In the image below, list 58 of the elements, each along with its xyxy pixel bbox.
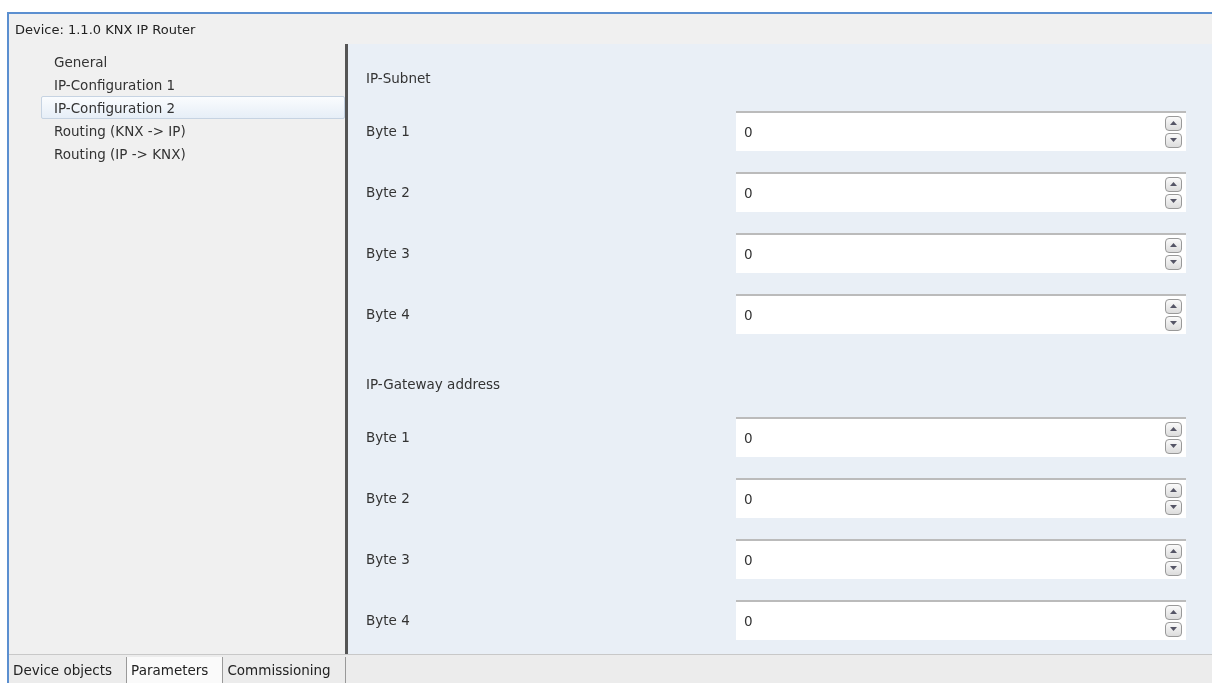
tab[interactable]: Parameters	[127, 657, 224, 683]
spin-up-button[interactable]	[1165, 237, 1182, 253]
up-arrow-icon	[1170, 304, 1177, 308]
sidebar-item[interactable]: Routing (KNX -> IP)	[41, 119, 345, 142]
spin-up-button[interactable]	[1165, 176, 1182, 192]
number-field[interactable]: 0	[736, 110, 1186, 151]
number-field[interactable]: 0	[736, 232, 1186, 273]
sidebar-item[interactable]: Routing (IP -> KNX)	[41, 142, 345, 165]
field-label: Byte 4	[366, 305, 411, 322]
field-label: Byte 2	[366, 183, 411, 200]
number-field[interactable]: 0	[736, 416, 1186, 457]
up-arrow-icon	[1170, 182, 1177, 186]
spin-up-button[interactable]	[1165, 482, 1182, 498]
tab[interactable]: Commissioning	[223, 657, 346, 683]
field-label: Byte 1	[366, 428, 411, 445]
field-label: Byte 3	[366, 244, 411, 261]
sidebar-item[interactable]: General	[41, 50, 345, 73]
up-arrow-icon	[1170, 121, 1177, 125]
down-arrow-icon	[1170, 260, 1177, 264]
field-label: Byte 1	[366, 122, 411, 139]
down-arrow-icon	[1170, 321, 1177, 325]
up-arrow-icon	[1170, 610, 1177, 614]
spin-down-button[interactable]	[1165, 193, 1182, 209]
spin-down-button[interactable]	[1165, 315, 1182, 331]
window-title: Device: 1.1.0 KNX IP Router	[14, 20, 197, 39]
field-label: Byte 3	[366, 550, 411, 567]
spin-down-button[interactable]	[1165, 132, 1182, 148]
field-label: Byte 2	[366, 489, 411, 506]
up-arrow-icon	[1170, 427, 1177, 431]
spin-down-button[interactable]	[1165, 499, 1182, 515]
field-label: Byte 4	[366, 611, 411, 628]
up-arrow-icon	[1170, 243, 1177, 247]
spin-up-button[interactable]	[1165, 543, 1182, 559]
down-arrow-icon	[1170, 444, 1177, 448]
number-field[interactable]: 0	[736, 599, 1186, 640]
up-arrow-icon	[1170, 488, 1177, 492]
spin-up-button[interactable]	[1165, 115, 1182, 131]
number-field[interactable]: 0	[736, 538, 1186, 579]
down-arrow-icon	[1170, 627, 1177, 631]
number-field[interactable]: 0	[736, 477, 1186, 518]
down-arrow-icon	[1170, 138, 1177, 142]
sidebar-item[interactable]: IP-Configuration 2	[41, 96, 345, 119]
sidebar-item[interactable]: IP-Configuration 1	[41, 73, 345, 96]
down-arrow-icon	[1170, 199, 1177, 203]
spin-down-button[interactable]	[1165, 438, 1182, 454]
number-field[interactable]: 0	[736, 293, 1186, 334]
spin-up-button[interactable]	[1165, 298, 1182, 314]
section-heading: IP-Subnet	[366, 69, 432, 88]
spin-down-button[interactable]	[1165, 560, 1182, 576]
spin-up-button[interactable]	[1165, 604, 1182, 620]
down-arrow-icon	[1170, 566, 1177, 570]
number-field[interactable]: 0	[736, 171, 1186, 212]
up-arrow-icon	[1170, 549, 1177, 553]
section-heading: IP-Gateway address	[366, 375, 502, 394]
spin-down-button[interactable]	[1165, 621, 1182, 637]
down-arrow-icon	[1170, 505, 1177, 509]
spin-up-button[interactable]	[1165, 421, 1182, 437]
spin-down-button[interactable]	[1165, 254, 1182, 270]
